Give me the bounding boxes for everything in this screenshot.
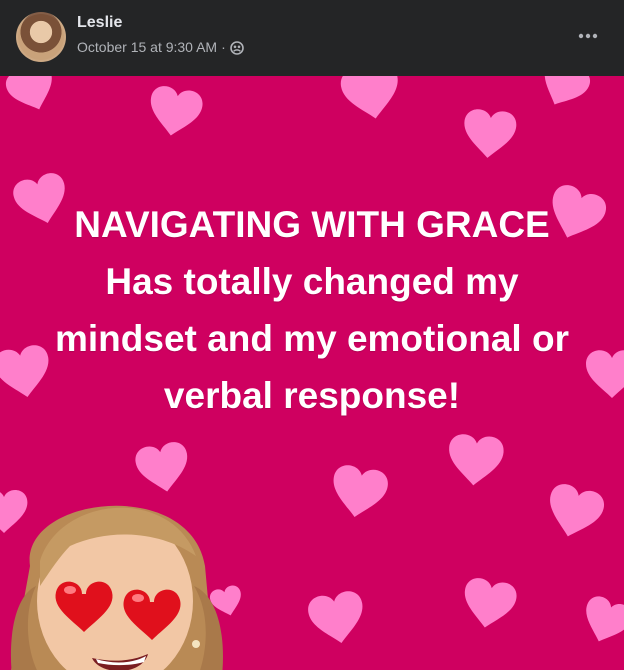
post-meta: October 15 at 9:30 AM · — [77, 39, 244, 55]
post-text-line: Has totally changed my — [105, 261, 519, 302]
more-horizontal-icon — [578, 33, 598, 39]
post-image-text: NAVIGATING WITH GRACE Has totally change… — [0, 196, 624, 424]
post-image[interactable]: NAVIGATING WITH GRACE Has totally change… — [0, 76, 624, 670]
post-text-line: verbal response! — [163, 375, 461, 416]
more-options-button[interactable] — [574, 22, 602, 50]
author-name[interactable]: Leslie — [77, 14, 122, 32]
author-avatar[interactable] — [16, 12, 66, 62]
post-timestamp[interactable]: October 15 at 9:30 AM — [77, 39, 217, 55]
post-text-line: NAVIGATING WITH GRACE — [74, 204, 550, 245]
post-header: Leslie October 15 at 9:30 AM · — [0, 0, 624, 76]
post-text-line: mindset and my emotional or — [55, 318, 569, 359]
friends-icon[interactable] — [229, 41, 244, 55]
meta-separator: · — [221, 39, 226, 55]
heart-eyes-memoji — [10, 505, 223, 670]
